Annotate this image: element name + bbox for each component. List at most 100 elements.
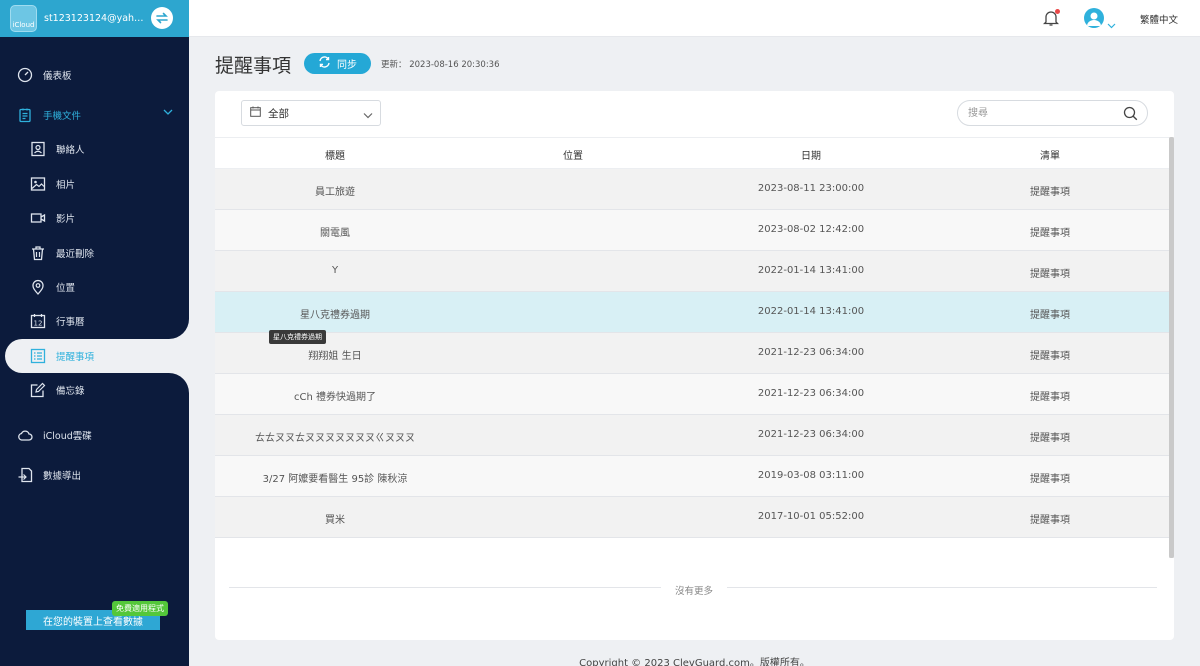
no-more-text: 沒有更多 — [674, 586, 713, 597]
cell-date: 2021-12-23 06:34:00 — [757, 388, 865, 399]
divider — [727, 587, 1157, 588]
cell-list: 提醒事項 — [1030, 392, 1070, 403]
table-row[interactable]: 3/27 阿嬤要看醫生 95診 陳秋涼 2019-03-08 03:11:00 … — [215, 456, 1169, 497]
sidebar-item-label: 數據導出 — [43, 471, 82, 482]
free-app-badge: 免費適用程式 — [112, 601, 168, 616]
cell-date: 2023-08-11 23:00:00 — [757, 183, 865, 194]
account-email[interactable]: st123123124@yahoo... — [44, 13, 144, 24]
sidebar-item-phone-files[interactable]: 手機文件 — [0, 98, 189, 132]
phone-files-icon — [16, 106, 34, 124]
sidebar-item-icloud-drive[interactable]: iCloud雲碟 — [0, 418, 189, 452]
switch-account-icon[interactable] — [151, 7, 173, 29]
sidebar-item-label: 提醒事項 — [56, 352, 95, 363]
table-row[interactable]: cCh 禮券快過期了 2021-12-23 06:34:00 提醒事項 — [215, 374, 1169, 415]
cell-title: 星八克禮券過期 — [300, 310, 370, 321]
search-icon[interactable] — [1123, 106, 1138, 125]
row-title-tooltip: 星八克禮券過期 — [269, 330, 326, 344]
cell-list: 提醒事項 — [1030, 269, 1070, 280]
icloud-logo-text: iCloud — [12, 21, 35, 29]
chevron-down-icon — [163, 108, 173, 119]
video-icon — [29, 209, 47, 227]
page-title: 提醒事項 — [215, 55, 292, 77]
topbar: 繁體中文 — [189, 0, 1200, 37]
calendar-icon: 12 — [29, 312, 47, 330]
cell-title: Y — [331, 265, 339, 276]
sidebar-item-label: 行事曆 — [56, 317, 85, 328]
sidebar-item-location[interactable]: 位置 — [0, 270, 189, 304]
column-header-location[interactable]: 位置 — [455, 147, 691, 162]
cell-date: 2022-01-14 13:41:00 — [757, 306, 865, 317]
filter-value: 全部 — [268, 107, 289, 120]
sidebar-item-label: 位置 — [56, 283, 76, 294]
sync-icon — [318, 56, 331, 71]
dashboard-icon — [16, 66, 34, 84]
language-selector[interactable]: 繁體中文 — [1140, 12, 1178, 26]
sidebar-item-label: 備忘錄 — [56, 386, 85, 397]
cell-list: 提醒事項 — [1030, 474, 1070, 485]
sidebar-item-reminders[interactable]: 提醒事項 — [0, 339, 189, 373]
cell-list: 提醒事項 — [1030, 351, 1070, 362]
cell-date: 2021-12-23 06:34:00 — [757, 429, 865, 440]
cell-date: 2019-03-08 03:11:00 — [757, 470, 865, 481]
sidebar-item-video[interactable]: 影片 — [0, 201, 189, 235]
sync-label: 同步 — [337, 60, 357, 71]
table-row[interactable]: 翔翔姐 生日 2021-12-23 06:34:00 提醒事項 — [215, 333, 1169, 374]
avatar[interactable] — [1084, 8, 1104, 28]
footer-copyright: Copyright © 2023 ClevGuard.com。版權所有。 — [579, 658, 810, 666]
cell-title: 翔翔姐 生日 — [308, 351, 362, 362]
sidebar: iCloud st123123124@yahoo... 儀表板 手機文件 聯絡人… — [0, 0, 189, 666]
photos-icon — [29, 175, 47, 193]
calendar-icon — [250, 106, 261, 120]
sidebar-item-photos[interactable]: 相片 — [0, 167, 189, 201]
sidebar-item-notes[interactable]: 備忘錄 — [0, 373, 189, 407]
cell-title: 3/27 阿嬤要看醫生 95診 陳秋涼 — [262, 474, 408, 485]
reminders-icon — [29, 347, 47, 365]
table-row[interactable]: 員工旅遊 2023-08-11 23:00:00 提醒事項 — [215, 169, 1169, 210]
cell-list: 提醒事項 — [1030, 310, 1070, 321]
column-header-title[interactable]: 標題 — [215, 147, 455, 162]
trash-icon — [29, 244, 47, 262]
table-row[interactable]: Y 2022-01-14 13:41:00 提醒事項 — [215, 251, 1169, 292]
update-time: 2023-08-16 20:30:36 — [409, 60, 500, 70]
sidebar-item-recently-deleted[interactable]: 最近刪除 — [0, 236, 189, 270]
table-row[interactable]: 買米 2017-10-01 05:52:00 提醒事項 — [215, 497, 1169, 538]
search-box — [957, 100, 1148, 126]
sidebar-item-label: iCloud雲碟 — [43, 431, 92, 442]
cell-date: 2017-10-01 05:52:00 — [757, 511, 865, 522]
sync-button[interactable]: 同步 — [304, 53, 371, 74]
table-scrollbar[interactable] — [1169, 137, 1174, 558]
table-body: 員工旅遊 2023-08-11 23:00:00 提醒事項 關電風 2023-0… — [215, 169, 1169, 538]
scrollbar-thumb[interactable] — [1169, 137, 1174, 558]
column-header-list[interactable]: 清單 — [931, 147, 1169, 162]
table-header: 標題 位置 日期 清單 — [215, 137, 1169, 169]
sidebar-item-dashboard[interactable]: 儀表板 — [0, 58, 189, 92]
sidebar-item-label: 影片 — [56, 214, 76, 225]
cell-title: 買米 — [325, 515, 345, 526]
cell-date: 2021-12-23 06:34:00 — [757, 347, 865, 358]
search-input[interactable] — [968, 106, 1118, 121]
sidebar-item-contacts[interactable]: 聯絡人 — [0, 132, 189, 166]
table-row-hovered[interactable]: 星八克禮券過期 2022-01-14 13:41:00 提醒事項 — [215, 292, 1169, 333]
divider — [229, 587, 661, 588]
cell-title: ㄊㄊㄡㄡㄊㄡㄡㄡㄡㄡㄡㄡㄍㄡㄡㄡ — [255, 433, 415, 444]
reminders-card: 全部 標題 位置 日期 清單 員工旅遊 2023-08-11 23:00:00 … — [215, 91, 1174, 640]
sidebar-item-data-export[interactable]: 數據導出 — [0, 458, 189, 492]
location-icon — [29, 278, 47, 296]
chevron-down-icon[interactable] — [1107, 14, 1116, 33]
cell-title: cCh 禮券快過期了 — [294, 392, 376, 403]
list-filter-select[interactable]: 全部 — [241, 100, 381, 126]
table-row[interactable]: ㄊㄊㄡㄡㄊㄡㄡㄡㄡㄡㄡㄡㄍㄡㄡㄡ 2021-12-23 06:34:00 提醒事… — [215, 415, 1169, 456]
column-header-date[interactable]: 日期 — [691, 147, 931, 162]
sidebar-item-label: 手機文件 — [43, 111, 82, 122]
table-row[interactable]: 關電風 2023-08-02 12:42:00 提醒事項 — [215, 210, 1169, 251]
svg-text:12: 12 — [34, 320, 43, 328]
sidebar-item-calendar[interactable]: 12 行事曆 — [0, 304, 189, 338]
cell-title: 關電風 — [320, 228, 350, 239]
cloud-icon — [16, 426, 34, 444]
notes-icon — [29, 381, 47, 399]
cell-list: 提醒事項 — [1030, 228, 1070, 239]
chevron-down-icon — [363, 110, 373, 122]
cell-list: 提醒事項 — [1030, 515, 1070, 526]
cell-list: 提醒事項 — [1030, 433, 1070, 444]
cell-date: 2023-08-02 12:42:00 — [757, 224, 865, 235]
